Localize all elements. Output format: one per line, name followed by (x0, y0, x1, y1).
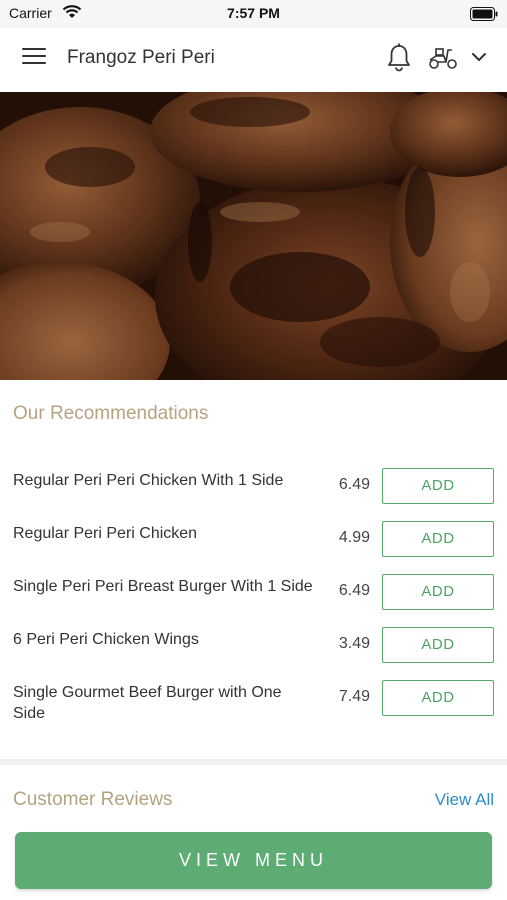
scooter-icon[interactable] (427, 45, 459, 71)
section-divider (0, 759, 507, 765)
battery-icon (470, 7, 498, 24)
chevron-down-icon[interactable] (470, 48, 488, 66)
clock: 7:57 PM (227, 5, 280, 21)
item-name: Regular Peri Peri Chicken With 1 Side (13, 472, 284, 489)
item-price: 7.49 (338, 688, 370, 705)
item-name: Regular Peri Peri Chicken (13, 525, 198, 542)
add-button[interactable]: ADD (382, 680, 494, 716)
status-bar: Carrier 7:57 PM (0, 0, 507, 28)
item-name: 6 Peri Peri Chicken Wings (13, 631, 199, 648)
view-all-link[interactable]: View All (435, 790, 494, 810)
item-price: 6.49 (338, 476, 370, 493)
add-button[interactable]: ADD (382, 521, 494, 557)
item-price: 4.99 (338, 529, 370, 546)
item-name: Single Peri Peri Breast Burger With 1 Si… (13, 578, 313, 595)
view-menu-button[interactable]: VIEW MENU (15, 832, 492, 889)
item-name: Single Gourmet Beef Burger with One Side (13, 684, 282, 722)
bell-icon[interactable] (386, 43, 412, 73)
app-header: Frangoz Peri Peri (0, 28, 507, 92)
reviews-title: Customer Reviews (13, 789, 173, 810)
item-price: 3.49 (338, 635, 370, 652)
recommendations-title: Our Recommendations (13, 403, 209, 424)
add-button[interactable]: ADD (382, 468, 494, 504)
menu-icon[interactable] (22, 48, 46, 70)
add-button[interactable]: ADD (382, 574, 494, 610)
item-price: 6.49 (338, 582, 370, 599)
restaurant-title: Frangoz Peri Peri (67, 47, 215, 68)
hero-food-image (0, 92, 507, 380)
recommendation-item: 6 Peri Peri Chicken Wings 3.49 ADD (0, 627, 507, 682)
recommendation-item: Regular Peri Peri Chicken 4.99 ADD (0, 521, 507, 576)
recommendation-item: Single Gourmet Beef Burger with One Side… (0, 680, 507, 735)
recommendation-item: Regular Peri Peri Chicken With 1 Side 6.… (0, 468, 507, 523)
add-button[interactable]: ADD (382, 627, 494, 663)
recommendation-item: Single Peri Peri Breast Burger With 1 Si… (0, 574, 507, 629)
